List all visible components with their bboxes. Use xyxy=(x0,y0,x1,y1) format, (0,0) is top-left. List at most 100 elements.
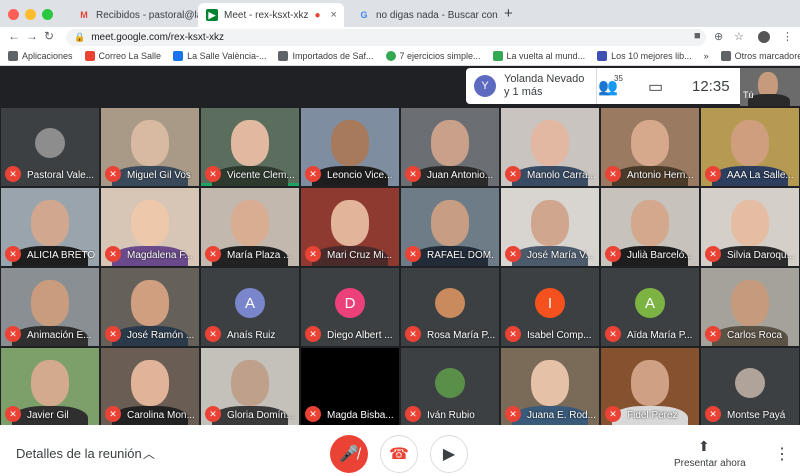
present-screen-icon[interactable]: ⬆ xyxy=(698,438,710,455)
participant-tile[interactable]: ✕ Animación E... xyxy=(1,268,99,346)
participant-face xyxy=(531,200,569,246)
zoom-window-button[interactable] xyxy=(42,9,53,20)
muted-mic-icon: ✕ xyxy=(205,246,221,262)
participant-tile[interactable]: ✕ Silvia Daroqu... xyxy=(701,188,799,266)
bookmark-item[interactable]: Importados de Saf... xyxy=(278,51,374,61)
profile-avatar[interactable] xyxy=(758,31,770,43)
participant-name: Antonio Hern... xyxy=(627,170,694,181)
leave-call-button[interactable]: ☎ xyxy=(380,435,418,473)
tab-meet[interactable]: ▶ Meet - rex-ksxt-xkz ● × xyxy=(198,3,344,27)
participant-face xyxy=(731,120,769,166)
participant-face xyxy=(631,120,669,166)
muted-mic-icon: ✕ xyxy=(305,246,321,262)
self-video-tile: Tú xyxy=(740,68,800,106)
mic-off-button[interactable]: 🎤̸ xyxy=(330,435,368,473)
participant-tile[interactable]: ✕ Manolo Carra... xyxy=(501,108,599,186)
muted-mic-icon: ✕ xyxy=(405,406,421,422)
participant-tile[interactable]: D ✕ Diego Albert ... xyxy=(301,268,399,346)
participant-grid: ✕ Pastoral Vale... ✕ Miguel Gil Vos ✕ Vicente… xyxy=(0,107,800,426)
participant-tile[interactable]: ✕ Pastoral Vale... xyxy=(1,108,99,186)
participant-avatar: A xyxy=(235,288,265,318)
participant-tile[interactable]: ✕ Juana E. Rod... xyxy=(501,348,599,426)
camera-in-use-icon[interactable]: ■ xyxy=(694,30,701,42)
participant-tile[interactable]: ✕ RAFAEL DOM... xyxy=(401,188,499,266)
muted-mic-icon: ✕ xyxy=(305,326,321,342)
participant-name: Iván Rubio xyxy=(427,410,475,421)
browser-chrome: M Recibidos - pastoral@lasallevp ▶ Meet … xyxy=(0,0,800,66)
participant-tile[interactable]: ✕ ALICIA BRETO xyxy=(1,188,99,266)
bookmarks-overflow[interactable]: » xyxy=(704,51,709,61)
participant-tile[interactable]: ✕ Magda Bisba... xyxy=(301,348,399,426)
address-bar[interactable]: 🔒 meet.google.com/rex-ksxt-xkz xyxy=(66,29,706,46)
presenter-info: Yolanda Nevado y 1 más xyxy=(504,73,604,99)
participant-tile[interactable]: ✕ Leoncio Vice... xyxy=(301,108,399,186)
participant-tile[interactable]: ✕ Vicente Clem... xyxy=(201,108,299,186)
participant-tile[interactable]: ✕ Rosa María P... xyxy=(401,268,499,346)
close-tab-icon[interactable]: × xyxy=(331,9,337,21)
muted-mic-icon: ✕ xyxy=(505,326,521,342)
new-tab-button[interactable]: + xyxy=(504,5,513,22)
minimize-window-button[interactable] xyxy=(25,9,36,20)
participant-face xyxy=(331,120,369,166)
participant-tile[interactable]: ✕ Carolina Mon... xyxy=(101,348,199,426)
muted-mic-icon: ✕ xyxy=(305,166,321,182)
muted-mic-icon: ✕ xyxy=(505,246,521,262)
participant-tile[interactable]: ✕ José María V... xyxy=(501,188,599,266)
participant-tile[interactable]: ✕ Iván Rubio xyxy=(401,348,499,426)
mic-off-icon: 🎤̸ xyxy=(339,446,359,463)
participant-tile[interactable]: ✕ José Ramón ... xyxy=(101,268,199,346)
muted-mic-icon: ✕ xyxy=(205,326,221,342)
forward-icon[interactable]: → xyxy=(26,29,38,43)
participant-tile[interactable]: ✕ Miguel Gil Vos xyxy=(101,108,199,186)
participant-tile[interactable]: ✕ Gloria Domín... xyxy=(201,348,299,426)
participant-face xyxy=(331,200,369,246)
participant-tile[interactable]: ✕ Carlos Roca xyxy=(701,268,799,346)
participant-tile[interactable]: ✕ Montse Payá xyxy=(701,348,799,426)
bookmark-apps[interactable]: Aplicaciones xyxy=(8,51,73,61)
other-bookmarks[interactable]: Otros marcadores xyxy=(720,51,800,61)
participant-tile[interactable]: ✕ Juan Antonio... xyxy=(401,108,499,186)
zoom-icon[interactable]: ⊕ xyxy=(714,30,723,43)
participant-tile[interactable]: ✕ Magdalena F... xyxy=(101,188,199,266)
participant-tile[interactable]: ✕ María Plaza ... xyxy=(201,188,299,266)
star-icon[interactable]: ☆ xyxy=(734,30,744,43)
participant-name: José Ramón ... xyxy=(127,330,195,341)
participant-tile[interactable]: I ✕ Isabel Comp... xyxy=(501,268,599,346)
browser-menu-icon[interactable]: ⋮ xyxy=(782,30,793,43)
bookmark-label: 7 ejercicios simple... xyxy=(399,51,481,61)
participant-tile[interactable]: A ✕ Aïda María P... xyxy=(601,268,699,346)
participant-face xyxy=(131,280,169,326)
participant-face xyxy=(731,200,769,246)
meeting-details-button[interactable]: Detalles de la reunión xyxy=(16,446,142,461)
present-now-button[interactable]: Presentar ahora xyxy=(674,458,746,469)
participant-tile[interactable]: ✕ Fidel Pérez xyxy=(601,348,699,426)
participant-face xyxy=(31,200,69,246)
bookmark-item[interactable]: La Salle València-... xyxy=(173,51,266,61)
participant-tile[interactable]: ✕ Antonio Hern... xyxy=(601,108,699,186)
close-window-button[interactable] xyxy=(8,9,19,20)
bookmark-item[interactable]: Correo La Salle xyxy=(84,51,161,61)
bookmark-item[interactable]: 7 ejercicios simple... xyxy=(385,51,481,61)
participant-tile[interactable]: ✕ AAA La Salle... xyxy=(701,108,799,186)
participant-tile[interactable]: A ✕ Anaís Ruiz xyxy=(201,268,299,346)
participant-tile[interactable]: ✕ Julià Barceló... xyxy=(601,188,699,266)
muted-mic-icon: ✕ xyxy=(505,406,521,422)
back-icon[interactable]: ← xyxy=(8,29,20,43)
chevron-up-icon[interactable]: ︿ xyxy=(143,445,155,462)
participant-tile[interactable]: ✕ Mari Cruz Mi... xyxy=(301,188,399,266)
tab-gmail[interactable]: M Recibidos - pastoral@lasallevp xyxy=(70,3,200,27)
more-options-icon[interactable]: ⋮ xyxy=(774,444,790,464)
chevron-double-icon: » xyxy=(703,51,709,61)
bookmark-item[interactable]: La vuelta al mund... xyxy=(492,51,585,61)
participant-name: Juan Antonio... xyxy=(427,170,494,181)
chat-icon[interactable]: ▭ xyxy=(648,77,663,97)
muted-mic-icon: ✕ xyxy=(505,166,521,182)
reload-icon[interactable]: ↻ xyxy=(44,29,54,43)
tab-label: no digas nada - Buscar con Go xyxy=(376,9,500,21)
participant-tile[interactable]: ✕ Javier Gil xyxy=(1,348,99,426)
bookmark-item[interactable]: Los 10 mejores lib... xyxy=(597,51,692,61)
camera-button[interactable]: ▶ xyxy=(430,435,468,473)
tab-google-search[interactable]: G no digas nada - Buscar con Go xyxy=(350,3,500,27)
participant-face xyxy=(531,360,569,406)
bookmarks-bar: Aplicaciones Correo La Salle La Salle Va… xyxy=(0,47,800,66)
